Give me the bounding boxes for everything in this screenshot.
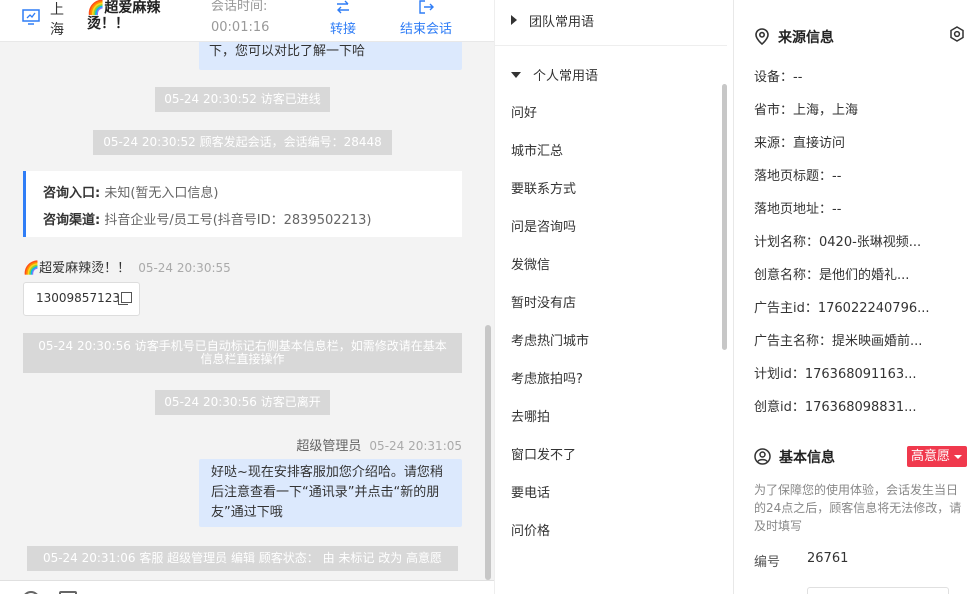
team-phrases-group[interactable]: 团队常用语 <box>511 11 594 30</box>
end-session-button[interactable]: 结束会话 <box>395 0 457 37</box>
consult-entry-row: 咨询入口: 未知(暂无入口信息) <box>43 180 462 207</box>
source-row-landing-url: 落地页地址：-- <box>754 202 842 217</box>
basic-info-header: 基本信息 <box>754 447 835 467</box>
personal-phrases-group[interactable]: 个人常用语 <box>511 65 598 84</box>
caret-down-icon <box>511 72 521 78</box>
phrase-item[interactable]: 要电话 <box>511 482 550 501</box>
system-note-visitor-entered: 05-24 20:30:52 访客已进线 <box>155 87 330 112</box>
visitor-message-time: 05-24 20:30:55 <box>138 261 231 275</box>
system-note-session-started: 05-24 20:30:52 顾客发起会话，会话编号：28448 <box>93 130 392 155</box>
team-phrases-label: 团队常用语 <box>529 15 595 30</box>
phrase-item[interactable]: 考虑旅拍吗? <box>511 368 583 387</box>
intent-status-label: 高意愿 <box>911 449 951 464</box>
consult-channel-label: 咨询渠道: <box>43 213 101 228</box>
consult-channel-row: 咨询渠道: 抖音企业号/员工号(抖音号ID：2839502213) <box>43 207 462 234</box>
caret-right-icon <box>511 15 517 25</box>
exit-icon <box>419 0 434 14</box>
source-row-landing-title: 落地页标题：-- <box>754 169 842 184</box>
visibility-icon[interactable] <box>949 26 965 42</box>
phrase-item[interactable]: 城市汇总 <box>511 140 563 159</box>
chat-panel: 下，您可以对比了解一下哈 05-24 20:30:52 访客已进线 05-24 … <box>0 0 494 594</box>
source-row-plan-name: 计划名称：0420-张琳视频... <box>754 235 922 250</box>
quick-phrases-panel: 团队常用语 个人常用语 问好 城市汇总 要联系方式 问是咨询吗 发微信 暂时没有… <box>494 0 734 594</box>
visitor-message-header: 🌈超爱麻辣烫！！ 05-24 20:30:55 <box>23 257 231 276</box>
transfer-icon <box>337 0 349 14</box>
transfer-button[interactable]: 转接 <box>313 0 373 37</box>
customer-id-label: 编号 <box>754 555 781 570</box>
customer-city: 上海 <box>50 2 64 38</box>
source-info-title: 来源信息 <box>778 30 834 46</box>
system-note-phone-marked: 05-24 20:30:56 访客手机号已自动标记右侧基本信息栏，如需修改请在基… <box>23 333 462 373</box>
source-info-header: 来源信息 <box>754 27 834 47</box>
agent-message-time: 05-24 20:31:05 <box>369 439 462 453</box>
chat-header: 上海 🌈超爱麻辣烫！！ 会话时间: 00:01:16 转接 结束会话 <box>0 0 494 42</box>
source-row-source: 来源：直接访问 <box>754 136 846 151</box>
chat-input-toolbar <box>0 580 494 594</box>
phrase-item[interactable]: 去哪拍 <box>511 406 550 425</box>
divider <box>495 45 727 46</box>
consult-channel-value: 抖音企业号/员工号(抖音号ID：2839502213) <box>104 213 372 228</box>
agent-message-bubble: 好哒~现在安排客服加您介绍哈。请您稍后注意查看一下“通讯录”并点击“新的朋友”通… <box>199 459 462 527</box>
source-row-creative-name: 创意名称：是他们的婚礼... <box>754 268 910 283</box>
agent-message-header: 超级管理员 05-24 20:31:05 <box>296 435 462 454</box>
customer-name: 🌈超爱麻辣烫！！ <box>87 0 161 32</box>
source-row-creative-id: 创意id：176368098831... <box>754 400 917 415</box>
intent-status-dropdown[interactable]: 高意愿 <box>907 446 967 467</box>
agent-message-text: 下，您可以对比了解一下哈 <box>209 44 366 59</box>
consult-info-card: 咨询入口: 未知(暂无入口信息) 咨询渠道: 抖音企业号/员工号(抖音号ID：2… <box>23 171 462 237</box>
agent-name: 超级管理员 <box>296 439 362 454</box>
phrase-item[interactable]: 要联系方式 <box>511 178 576 197</box>
basic-info-title: 基本信息 <box>779 450 835 466</box>
location-pin-icon <box>755 28 769 46</box>
monitor-icon <box>22 9 40 25</box>
visitor-phone-bubble[interactable]: 13009857123 <box>23 282 140 316</box>
personal-phrases-label: 个人常用语 <box>533 69 599 84</box>
phrase-item[interactable]: 暂时没有店 <box>511 292 576 311</box>
phrase-item[interactable]: 窗口发不了 <box>511 444 576 463</box>
system-note-status-changed: 05-24 20:31:06 客服 超级管理员 编辑 顾客状态： 由 未标记 改… <box>27 546 458 571</box>
system-note-visitor-left: 05-24 20:30:56 访客已离开 <box>155 390 330 415</box>
transfer-label: 转接 <box>329 22 356 37</box>
phrases-scrollbar[interactable] <box>722 84 727 350</box>
session-timer-value: 00:01:16 <box>211 20 270 35</box>
session-timer-label: 会话时间: <box>211 0 268 14</box>
chat-scrollbar[interactable] <box>485 325 491 580</box>
visitor-phone-text: 13009857123 <box>36 291 120 305</box>
edit-deadline-hint: 为了保障您的使用体验，会话发生当日的24点之后，顾客信息将无法修改，请及时填写 <box>754 483 962 533</box>
customer-id-value: 26761 <box>807 551 849 566</box>
copy-icon[interactable] <box>117 292 132 305</box>
caret-down-icon <box>954 455 962 459</box>
user-circle-icon <box>754 448 771 465</box>
consult-entry-label: 咨询入口: <box>43 186 101 201</box>
phrase-item[interactable]: 问好 <box>511 102 537 121</box>
agent-message-text: 好哒~现在安排客服加您介绍哈。请您稍后注意查看一下“通讯录”并点击“新的朋友”通… <box>211 465 443 520</box>
customer-info-panel: 来源信息 设备：-- 省市：上海，上海 来源：直接访问 落地页标题：-- 落地页… <box>735 0 972 594</box>
visitor-name: 🌈超爱麻辣烫！！ <box>23 261 131 276</box>
phrase-item[interactable]: 发微信 <box>511 254 550 273</box>
source-row-advertiser-id: 广告主id：176022240796... <box>754 301 930 316</box>
phrase-item[interactable]: 考虑热门城市 <box>511 330 589 349</box>
phrase-item[interactable]: 问是咨询吗 <box>511 216 576 235</box>
source-row-city: 省市：上海，上海 <box>754 103 859 118</box>
basic-info-input[interactable] <box>807 587 949 594</box>
consult-entry-value: 未知(暂无入口信息) <box>104 186 219 201</box>
source-row-device: 设备：-- <box>754 70 803 85</box>
source-row-advertiser-name: 广告主名称：提米映画婚前... <box>754 334 923 349</box>
end-session-label: 结束会话 <box>399 22 452 37</box>
phrase-item[interactable]: 问价格 <box>511 520 550 539</box>
source-row-plan-id: 计划id：176368091163... <box>754 367 917 382</box>
